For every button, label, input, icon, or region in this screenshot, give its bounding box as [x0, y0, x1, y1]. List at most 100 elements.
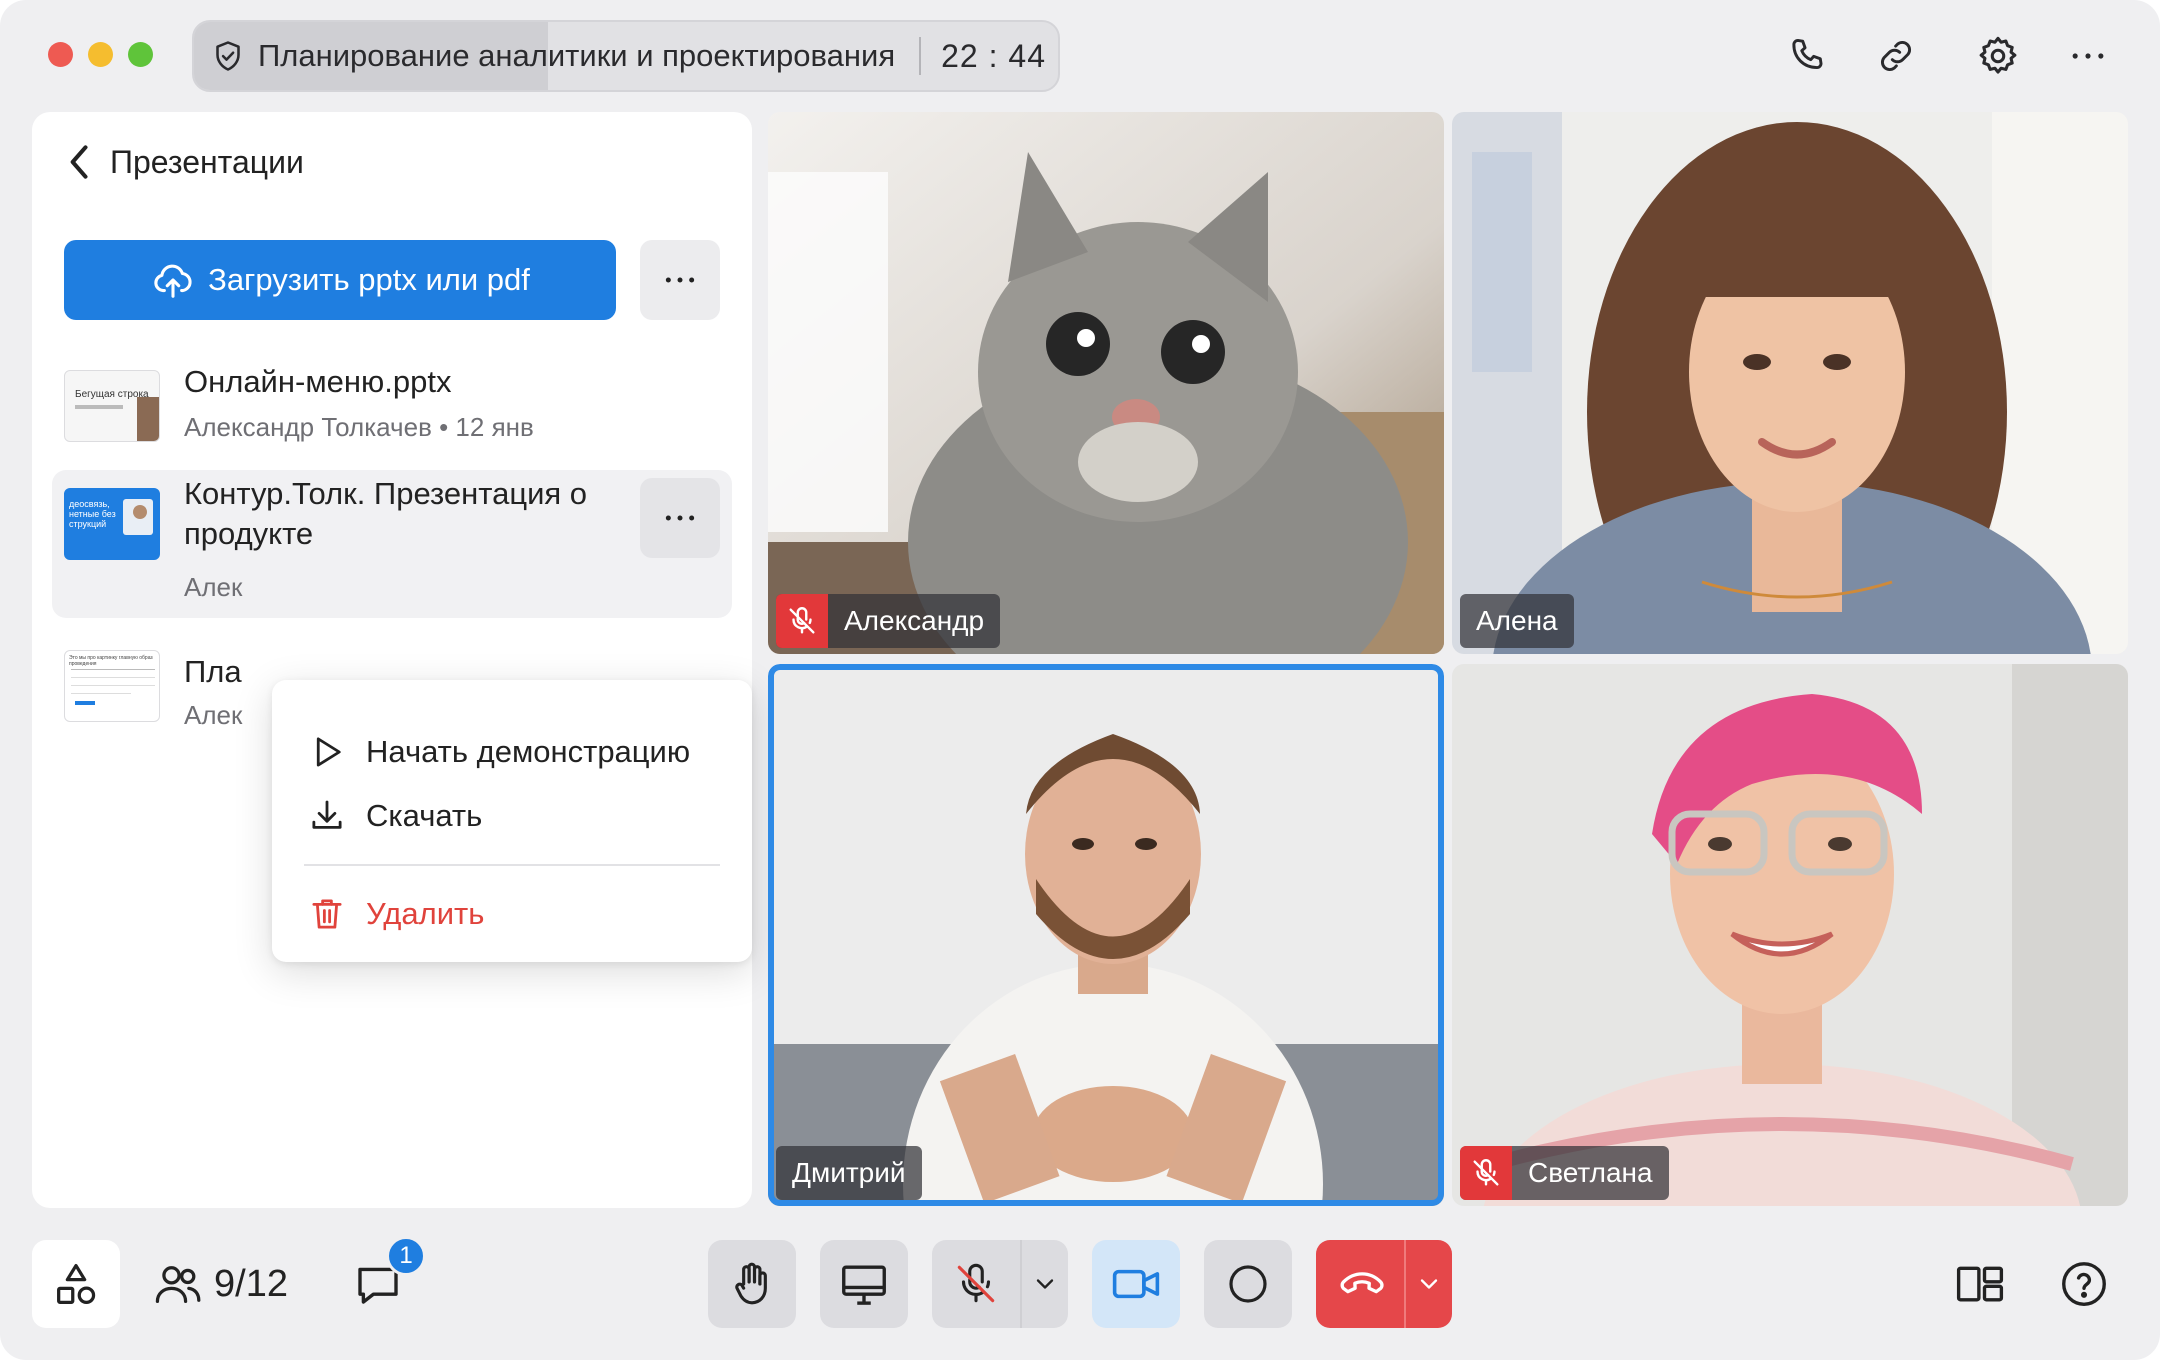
more-horizontal-icon [665, 277, 695, 283]
record-button[interactable] [1204, 1240, 1292, 1328]
participant-name: Светлана [1528, 1157, 1653, 1188]
maximize-window-button[interactable] [128, 42, 153, 67]
shield-check-icon [216, 41, 240, 71]
video-tile-alexander[interactable]: Александр [768, 112, 1444, 654]
video-tile-alena[interactable]: Алена [1452, 112, 2128, 654]
mic-off-icon [776, 594, 828, 648]
record-icon [1229, 1265, 1267, 1303]
mic-off-icon [1460, 1146, 1512, 1200]
play-icon [316, 737, 341, 767]
presentation-thumbnail: Бегущая строка [64, 370, 160, 442]
presentation-name: Контур.Толк. Презентация о продукте [184, 474, 587, 554]
menu-divider [304, 864, 720, 866]
participant-name: Дмитрий [792, 1157, 906, 1188]
panel-header: Презентации [62, 140, 304, 184]
apps-icon [57, 1263, 96, 1305]
copy-link-button[interactable] [1870, 30, 1922, 82]
screen-share-icon [842, 1265, 886, 1305]
menu-item-start-demo[interactable]: Начать демонстрацию [306, 728, 690, 776]
presentation-item-active[interactable]: деосвязь, нетные без струкций Контур.Тол… [52, 470, 732, 618]
link-icon [1880, 40, 1912, 72]
presentation-name-line2: продукте [184, 516, 314, 551]
upload-presentation-button[interactable]: Загрузить pptx или pdf [64, 240, 616, 320]
participant-name: Александр [844, 605, 985, 636]
panel-more-button[interactable] [640, 240, 720, 320]
menu-item-label: Скачать [366, 798, 483, 833]
mic-off-icon [957, 1263, 995, 1303]
microphone-options-button[interactable] [1022, 1240, 1068, 1328]
menu-item-label: Начать демонстрацию [366, 734, 691, 769]
layout-button[interactable] [1936, 1240, 2024, 1328]
presentation-thumbnail: деосвязь, нетные без струкций [64, 488, 160, 560]
menu-item-download[interactable]: Скачать [306, 792, 482, 840]
trash-icon [312, 899, 342, 929]
hang-up-icon [1340, 1272, 1384, 1294]
more-options-button[interactable] [2062, 30, 2114, 82]
settings-button[interactable] [1972, 30, 2024, 82]
title-separator [919, 37, 922, 75]
help-icon [2062, 1262, 2106, 1306]
video-feed-svetlana [1452, 664, 2128, 1206]
presentations-panel: Презентации Загрузить pptx или pdf Бегущ… [32, 112, 752, 1208]
microphone-toggle-button[interactable] [932, 1240, 1020, 1328]
gear-icon [1979, 36, 2017, 74]
presentation-name-line1: Контур.Толк. Презентация о [184, 476, 588, 511]
presentation-name: Онлайн-меню.pptx [184, 364, 452, 399]
menu-item-delete[interactable]: Удалить [306, 890, 484, 938]
video-feed-cat [768, 112, 1444, 654]
chevron-down-icon [1036, 1279, 1054, 1289]
video-feed-alena [1452, 112, 2128, 654]
microphone-button-group [932, 1240, 1068, 1328]
video-tile-svetlana[interactable]: Светлана [1452, 664, 2128, 1206]
hang-up-button-group [1316, 1240, 1452, 1328]
cloud-upload-icon [154, 264, 192, 298]
hang-up-button[interactable] [1316, 1240, 1404, 1328]
presentation-meta: Александр Толкачев • 12 янв [184, 412, 534, 442]
participant-name-tag: Александр [776, 594, 1001, 648]
participant-name-tag: Дмитрий [776, 1146, 922, 1200]
raise-hand-icon [735, 1262, 767, 1305]
download-icon [312, 800, 342, 829]
hang-up-options-button[interactable] [1406, 1240, 1452, 1328]
more-horizontal-icon [2072, 53, 2104, 59]
chat-unread-badge: 1 [386, 1236, 426, 1276]
presentation-name: Пла [184, 654, 242, 689]
participants-count: 9/12 [214, 1262, 288, 1305]
presentation-context-menu: Начать демонстрацию Скачать Удалить [272, 680, 752, 962]
thumbnail-caption: Это мы про картинку главную образ провед… [69, 655, 153, 667]
apps-button[interactable] [32, 1240, 120, 1328]
menu-item-label: Удалить [366, 896, 485, 931]
presentation-item[interactable]: Бегущая строка Онлайн-меню.pptx Александ… [52, 362, 732, 458]
close-window-button[interactable] [48, 42, 73, 67]
more-horizontal-icon [665, 515, 695, 521]
help-button[interactable] [2040, 1240, 2128, 1328]
app-window: Планирование аналитики и проектирования … [0, 0, 2160, 1360]
minimize-window-button[interactable] [88, 42, 113, 67]
phone-icon [1792, 38, 1823, 70]
panel-title: Презентации [110, 143, 304, 180]
presentation-more-button[interactable] [640, 478, 720, 558]
meeting-title-bar[interactable]: Планирование аналитики и проектирования … [192, 20, 1060, 92]
participants-button[interactable]: 9/12 [152, 1256, 288, 1312]
upload-button-label: Загрузить pptx или pdf [208, 262, 530, 297]
thumbnail-caption: деосвязь, нетные без струкций [69, 499, 116, 529]
camera-button[interactable] [1092, 1240, 1180, 1328]
video-tile-dmitry[interactable]: Дмитрий [768, 664, 1444, 1206]
meeting-title: Планирование аналитики и проектирования [258, 38, 896, 73]
participant-name: Алена [1476, 605, 1558, 636]
people-icon [155, 1266, 201, 1303]
camera-icon [1112, 1269, 1160, 1299]
video-feed-dmitry [768, 664, 1444, 1206]
raise-hand-button[interactable] [708, 1240, 796, 1328]
layout-icon [1956, 1266, 2004, 1302]
phone-button[interactable] [1782, 30, 1834, 82]
presentation-meta: Алек [184, 572, 243, 602]
participant-name-tag: Светлана [1460, 1146, 1669, 1200]
participant-name-tag: Алена [1460, 594, 1574, 648]
chevron-left-icon[interactable] [62, 140, 98, 184]
chevron-down-icon [1420, 1279, 1438, 1289]
presentation-meta: Алек [184, 700, 243, 730]
screen-share-button[interactable] [820, 1240, 908, 1328]
presentation-thumbnail: Это мы про картинку главную образ провед… [64, 650, 160, 722]
meeting-timer: 22 : 44 [941, 37, 1046, 74]
